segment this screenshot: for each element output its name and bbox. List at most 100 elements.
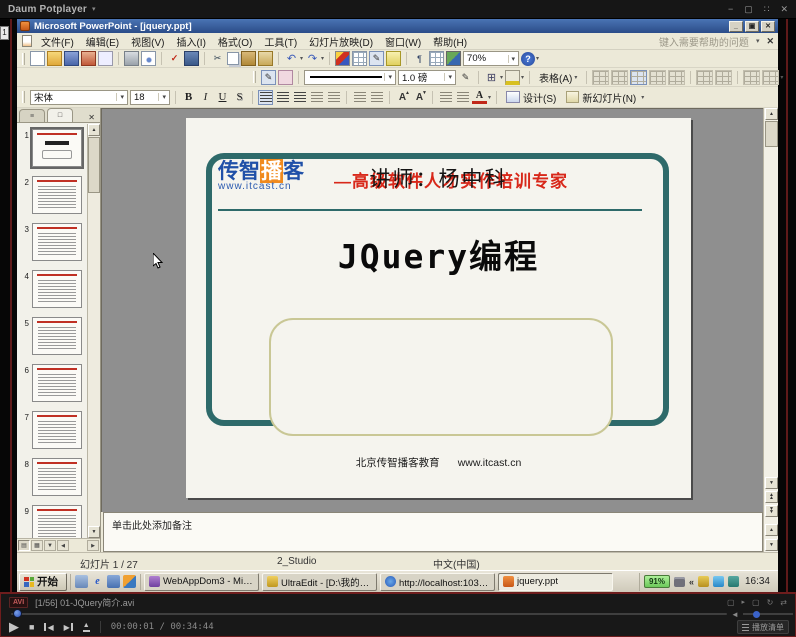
align-center-button[interactable] [275, 90, 290, 105]
copy-icon[interactable] [227, 52, 239, 65]
help-icon[interactable]: ? [521, 52, 535, 66]
internet-explorer-icon[interactable]: e [91, 575, 104, 588]
slideshow-button[interactable]: ▼ [44, 540, 56, 551]
new-slide-button[interactable]: 新幻灯片(N) [562, 89, 640, 106]
help-dropdown-icon[interactable]: ▾ [756, 37, 760, 45]
toolbar-grip[interactable] [22, 91, 25, 103]
fill-dropdown-icon[interactable]: ▾ [521, 74, 524, 81]
open-media-button[interactable]: ▲ [83, 622, 90, 632]
seek-bar[interactable] [11, 613, 727, 615]
potplayer-minimize-button[interactable]: − [728, 4, 733, 15]
thumbnail-preview[interactable] [32, 270, 82, 308]
slide-thumbnail[interactable]: 6 [17, 364, 88, 402]
cut-icon[interactable]: ✂ [210, 51, 225, 66]
media-player-icon[interactable] [123, 575, 136, 588]
zoom-dropdown-icon[interactable]: ▾ [508, 55, 516, 63]
previous-button[interactable]: ◀ [44, 623, 53, 632]
ab-repeat-b-icon[interactable]: ▢ [752, 598, 760, 607]
tray-network-icon[interactable] [728, 576, 739, 587]
slide-thumbnail[interactable]: 5 [17, 317, 88, 355]
gridlines-icon[interactable] [429, 51, 444, 66]
help-question-box[interactable]: 键入需要帮助的问题 ▾ ✕ [659, 34, 774, 49]
tray-messenger-icon[interactable] [713, 576, 724, 587]
shadow-button[interactable]: S [232, 90, 247, 105]
border-style-dropdown-icon[interactable]: ▾ [384, 73, 392, 81]
split-cells-icon[interactable] [611, 70, 628, 85]
tab-slides[interactable]: □ [47, 108, 73, 122]
toolbar-grip[interactable] [253, 71, 256, 83]
new-icon[interactable] [30, 51, 45, 66]
border-style-combo[interactable]: ▾ [304, 70, 396, 85]
insert-picture-icon[interactable] [446, 51, 461, 66]
start-button[interactable]: 开始 [19, 573, 67, 591]
thumbnail-preview[interactable] [32, 458, 82, 496]
line-spacing-button[interactable] [326, 90, 341, 105]
increase-indent-button[interactable] [455, 90, 470, 105]
toolbar-grip[interactable] [22, 53, 25, 65]
menu-tools[interactable]: 工具(T) [258, 33, 303, 50]
decrease-font-size-button[interactable]: A▼ [412, 90, 427, 105]
thumbnail-preview[interactable] [32, 223, 82, 261]
draw-icon[interactable]: ✎ [369, 51, 384, 66]
slide-sorter-button[interactable]: ▦ [31, 540, 43, 551]
stop-button[interactable]: ■ [29, 622, 34, 632]
potplayer-menu-caret-icon[interactable]: ▾ [92, 5, 96, 13]
eraser-icon[interactable] [278, 70, 293, 85]
border-color-icon[interactable]: ✎ [458, 70, 473, 85]
potplayer-close-button[interactable]: ✕ [780, 4, 788, 15]
slide-canvas[interactable]: 传智播客 www.itcast.cn —高级软件人才实作培训专家 JQuery编… [186, 118, 691, 498]
toolbar-options-icon[interactable]: ▾ [536, 55, 539, 62]
numbering-button[interactable] [352, 90, 367, 105]
tray-key-icon[interactable] [698, 576, 709, 587]
undo-icon[interactable]: ↶ [284, 51, 299, 66]
border-width-combo[interactable]: 1.0 磅 ▾ [398, 70, 456, 85]
font-name-combo[interactable]: 宋体 ▾ [30, 90, 128, 105]
distribute-columns-icon[interactable] [715, 70, 732, 85]
spelling-icon[interactable]: ✓ [167, 51, 182, 66]
align-bottom-icon[interactable] [668, 70, 685, 85]
slide-thumbnail[interactable]: 8 [17, 458, 88, 496]
align-left-button[interactable] [258, 90, 273, 105]
thumbnail-scrollbar[interactable]: ▲ ▼ [87, 124, 100, 538]
taskbar-task-ultraedit[interactable]: UltraEdit - [D:\我的文档... [262, 573, 377, 591]
menubar-close-icon[interactable]: ✕ [766, 36, 774, 47]
thumb-scroll-thumb[interactable] [88, 137, 100, 193]
font-size-dropdown-icon[interactable]: ▾ [158, 93, 166, 101]
thumb-scroll-up-icon[interactable]: ▲ [88, 124, 100, 136]
save-icon[interactable] [64, 51, 79, 66]
volume-slider[interactable] [743, 613, 793, 615]
border-width-dropdown-icon[interactable]: ▾ [444, 73, 452, 81]
hscroll-right-icon[interactable]: ▶ [87, 540, 99, 551]
center-vertically-icon[interactable] [649, 70, 666, 85]
bullets-button[interactable] [369, 90, 384, 105]
merge-cells-icon[interactable] [592, 70, 609, 85]
ab-repeat-a-icon[interactable]: ▢ [727, 598, 735, 607]
taskbar-task-webapp[interactable]: WebAppDom3 - Microsof... [144, 573, 259, 591]
potplayer-maximize-button[interactable]: ▢ [744, 4, 753, 15]
slide-scrollbar[interactable]: ▲ ▼ ▲▲ ▼▼ ▲ ▼ [763, 108, 778, 552]
italic-button[interactable]: I [198, 90, 213, 105]
thumbnail-preview[interactable] [32, 176, 82, 214]
scroll-thumb[interactable] [765, 121, 778, 147]
zoom-combo[interactable]: 70% ▾ [463, 51, 519, 66]
redo-dropdown-icon[interactable]: ▾ [321, 55, 324, 62]
menu-window[interactable]: 窗口(W) [379, 33, 427, 50]
menu-format[interactable]: 格式(O) [212, 33, 258, 50]
toolbar-options-icon[interactable]: ▾ [641, 94, 644, 101]
scroll-down-icon[interactable]: ▼ [765, 477, 778, 489]
permission-icon[interactable] [81, 51, 96, 66]
thumbnail-preview[interactable] [32, 505, 82, 538]
design-button[interactable]: 设计(S) [502, 89, 560, 106]
video-area[interactable]: 1 Microsoft PowerPoint - [jquery.ppt] _ … [0, 19, 796, 592]
potplayer-titlebar[interactable]: Daum Potplayer ▾ − ▢ ∷ ✕ [0, 0, 796, 19]
menu-view[interactable]: 视图(V) [125, 33, 170, 50]
font-color-dropdown-icon[interactable]: ▾ [488, 94, 491, 101]
repeat-icon[interactable]: ↻ [767, 598, 774, 607]
table-menu-button[interactable]: 表格(A) ▾ [535, 69, 581, 86]
ab-repeat-play-icon[interactable]: ▸ [742, 598, 746, 606]
insert-rows-icon[interactable] [743, 70, 760, 85]
open-icon[interactable] [47, 51, 62, 66]
slide-thumbnail[interactable]: 3 [17, 223, 88, 261]
scroll-up-icon[interactable]: ▲ [765, 108, 778, 120]
slide-thumbnail[interactable]: 1 [17, 129, 88, 167]
